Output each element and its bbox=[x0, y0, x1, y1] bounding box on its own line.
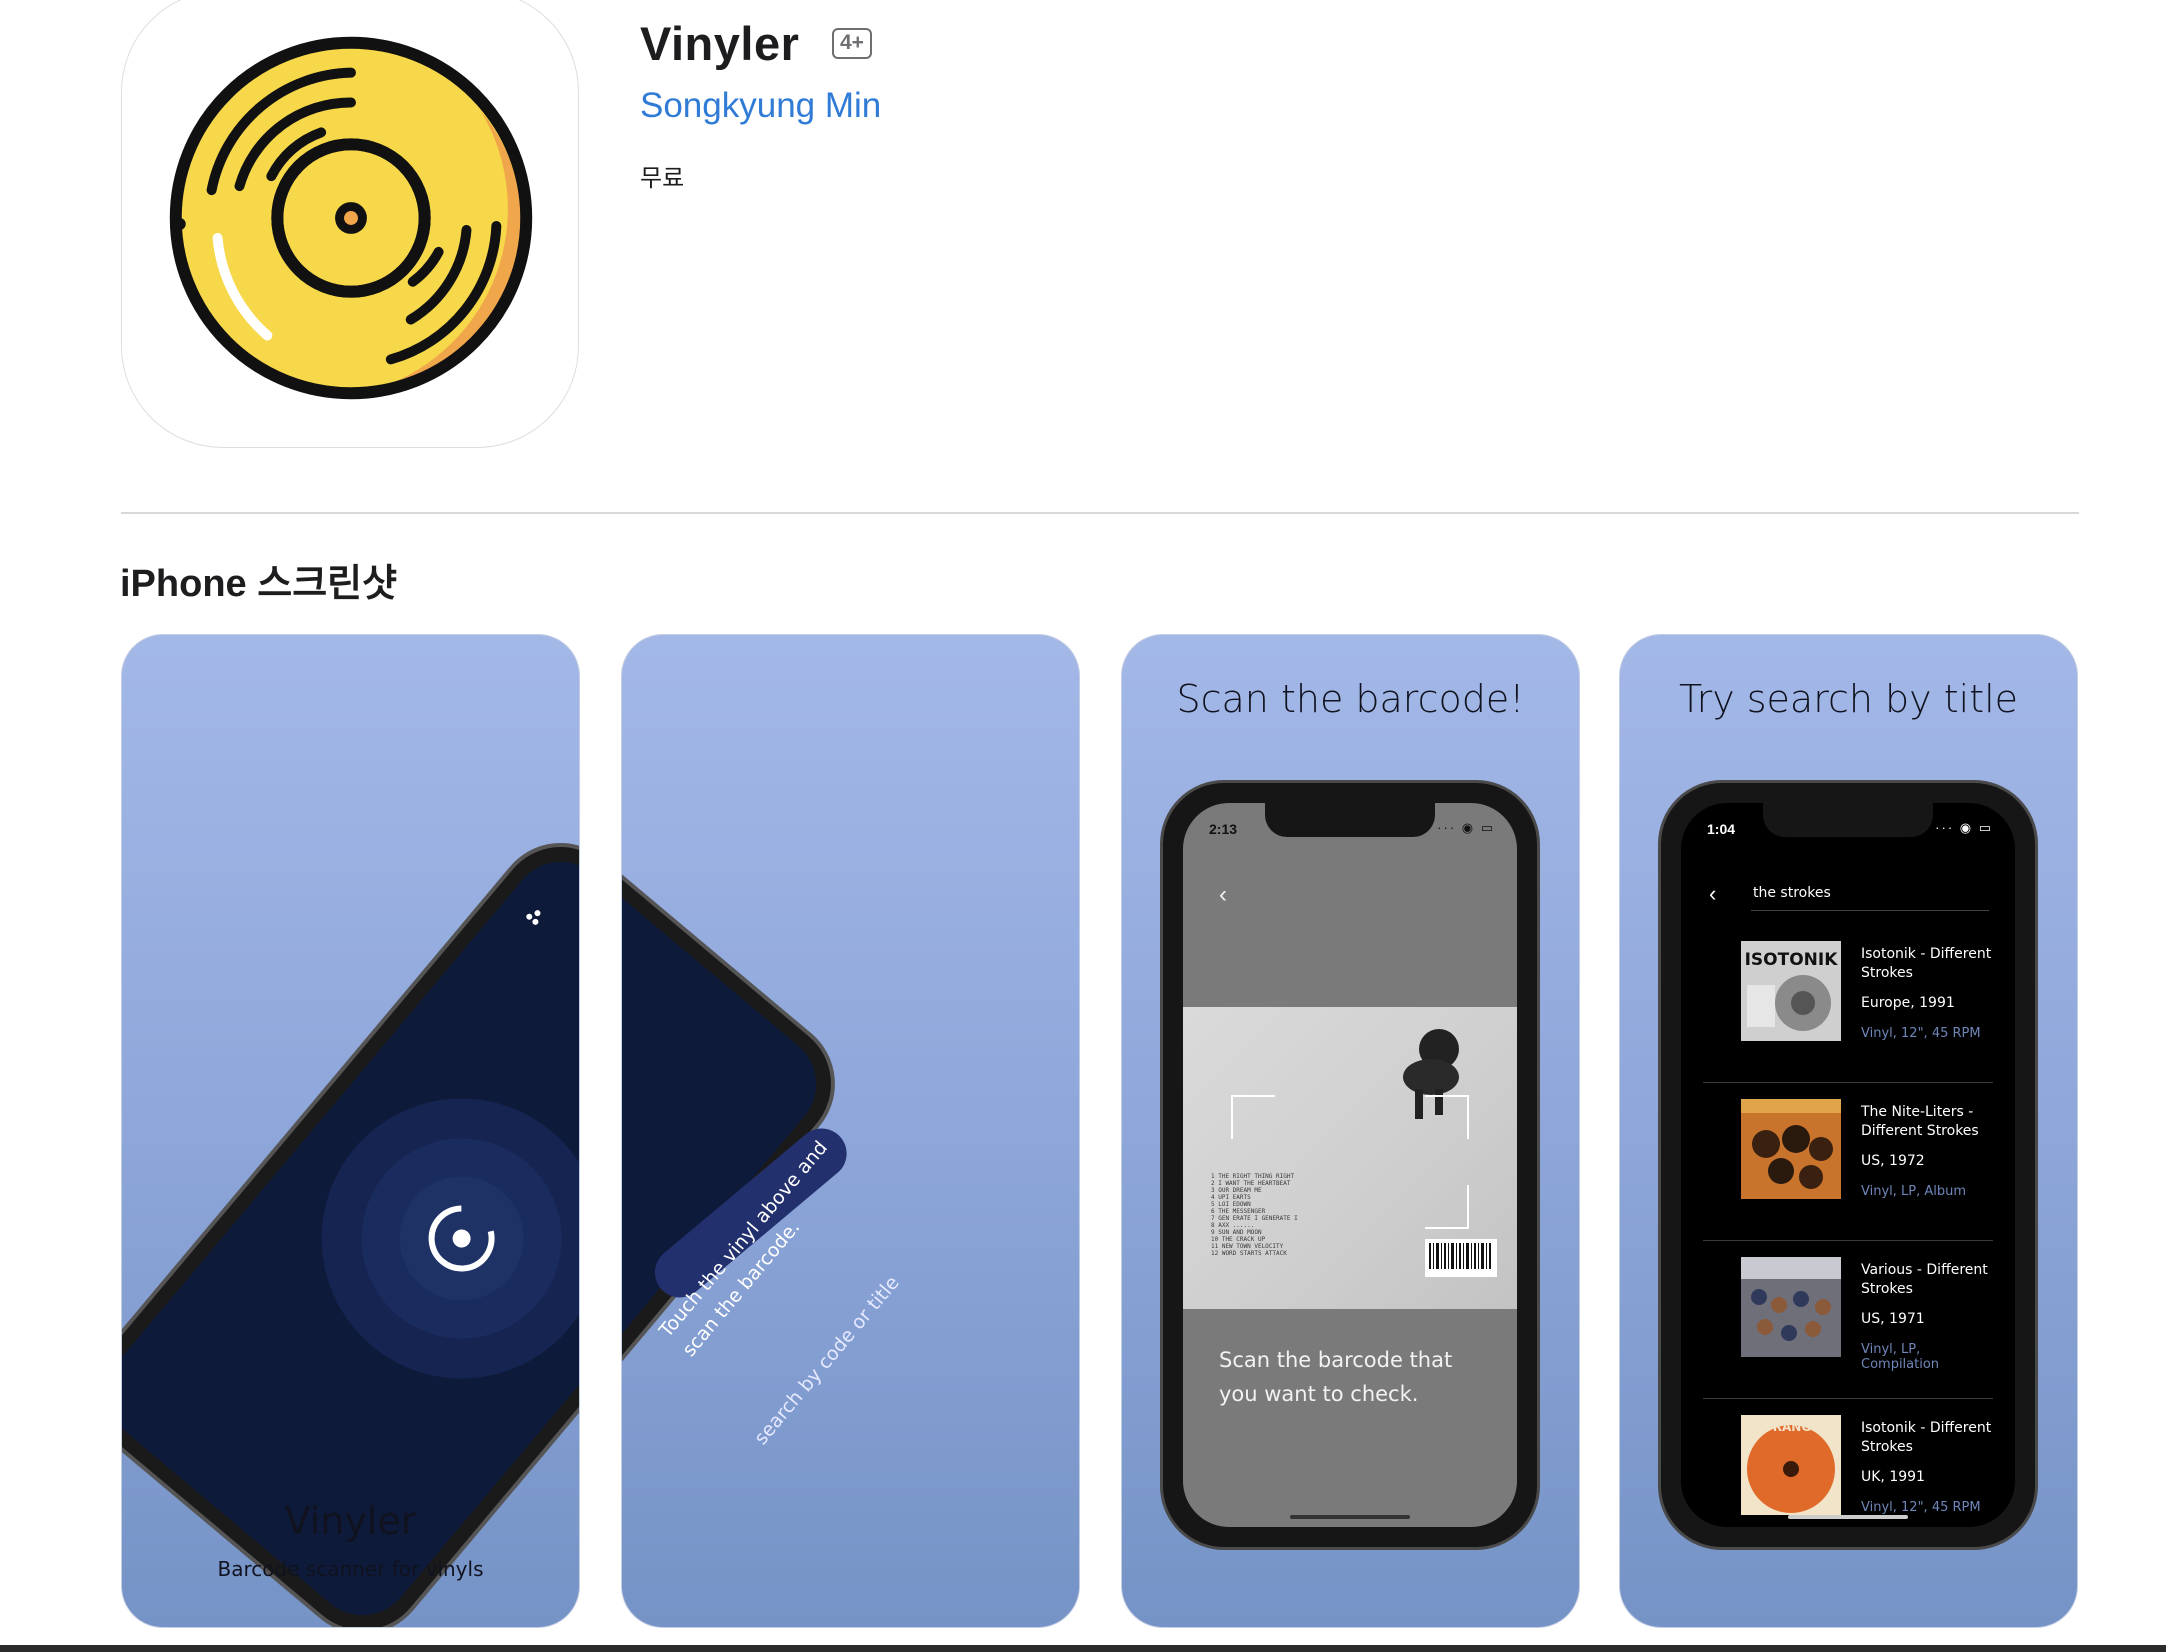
result-meta: US, 1971 bbox=[1861, 1311, 1925, 1327]
developer-link[interactable]: Songkyung Min bbox=[640, 86, 881, 126]
track-line: 9 SUN AND MOON bbox=[1211, 1229, 1262, 1236]
home-indicator bbox=[1788, 1515, 1908, 1519]
vinyl-record-icon bbox=[169, 36, 533, 400]
tilted-phone-illustration bbox=[122, 843, 579, 1627]
phone-notch bbox=[1763, 803, 1933, 837]
screenshot-1-subtitle: Barcode scanner for vinyls bbox=[217, 1557, 484, 1581]
cover-text: ISOTONIK bbox=[1745, 950, 1839, 970]
search-input[interactable]: the strokes bbox=[1751, 885, 1989, 911]
result-meta: UK, 1991 bbox=[1861, 1469, 1925, 1485]
album-cover: ORANGE bbox=[1741, 1415, 1841, 1515]
scan-screen: 2:13 ··· ◉ ▭ ‹ 1 THE RIGHT THING RIGHT 2… bbox=[1183, 803, 1517, 1527]
screenshot-1-title: Vinyler bbox=[284, 1499, 417, 1543]
barcode-icon bbox=[1425, 1239, 1497, 1277]
track-line: 5 LOI EDOWN bbox=[1211, 1201, 1251, 1208]
cover-text: ORANGE bbox=[1763, 1420, 1820, 1434]
track-line: 11 NEW TOWN VELOCITY bbox=[1211, 1243, 1284, 1250]
result-format: Vinyl, LP, Compilation bbox=[1861, 1342, 1940, 1372]
result-row[interactable]: The Nite-Liters - Different Strokes US, … bbox=[1703, 1083, 1993, 1241]
album-back-photo: 1 THE RIGHT THING RIGHT 2 I WANT THE HEA… bbox=[1183, 1007, 1517, 1309]
back-chevron-icon[interactable]: ‹ bbox=[1709, 881, 1716, 907]
scan-frame-corner-icon bbox=[1231, 1095, 1275, 1139]
scan-frame-corner-icon bbox=[1425, 1095, 1469, 1139]
screenshot-3-caption: Scan the barcode! bbox=[1176, 677, 1525, 721]
back-chevron-icon[interactable]: ‹ bbox=[1219, 881, 1227, 909]
price-label: 무료 bbox=[640, 165, 685, 192]
phone-frame: 2:13 ··· ◉ ▭ ‹ 1 THE RIGHT THING RIGHT 2… bbox=[1160, 780, 1540, 1550]
status-time: 1:04 bbox=[1707, 821, 1736, 837]
track-line: 8 AXX ...... bbox=[1211, 1222, 1255, 1229]
album-cover bbox=[1741, 1257, 1841, 1357]
track-line: 10 THE CRACK UP bbox=[1211, 1236, 1266, 1243]
home-indicator bbox=[1290, 1515, 1410, 1519]
window-bottom-edge bbox=[0, 1645, 2166, 1652]
result-row[interactable]: ISOTONIK Isotonik - Different Strokes Eu… bbox=[1703, 925, 1993, 1083]
result-title: Various - Different Strokes bbox=[1861, 1262, 1988, 1297]
result-title: Isotonik - Different Strokes bbox=[1861, 946, 1992, 981]
scan-frame-corner-icon bbox=[1425, 1185, 1469, 1229]
app-icon bbox=[121, 0, 579, 448]
track-line: 2 I WANT THE HEARTBEAT bbox=[1211, 1180, 1291, 1187]
result-format: Vinyl, 12", 45 RPM bbox=[1861, 1026, 1981, 1041]
screenshot-3[interactable]: Scan the barcode! 2:13 ··· ◉ ▭ ‹ 1 THE R… bbox=[1121, 634, 1580, 1628]
track-line: 4 UPI EARTS bbox=[1211, 1194, 1251, 1201]
screenshot-4-caption: Try search by title bbox=[1678, 677, 2019, 721]
age-rating-badge: 4+ bbox=[832, 28, 872, 59]
phone-frame: 1:04 ··· ◉ ▭ ‹ the strokes ISOTONIK Isot… bbox=[1658, 780, 2038, 1550]
screenshots-heading: iPhone 스크린샷 bbox=[120, 563, 398, 605]
track-line: 1 THE RIGHT THING RIGHT bbox=[1211, 1173, 1295, 1180]
screenshot-1[interactable]: Vinyler Barcode scanner for vinyls bbox=[121, 634, 580, 1628]
section-divider bbox=[121, 512, 2079, 514]
result-format: Vinyl, LP, Album bbox=[1861, 1184, 1967, 1199]
scan-message: Scan the barcode that you want to check. bbox=[1219, 1348, 1453, 1406]
result-meta: US, 1972 bbox=[1861, 1153, 1925, 1169]
status-icons: ··· ◉ ▭ bbox=[1935, 820, 1993, 835]
album-cover bbox=[1741, 1099, 1841, 1199]
album-tracklist: 1 THE RIGHT THING RIGHT 2 I WANT THE HEA… bbox=[1211, 1173, 1298, 1257]
app-title: Vinyler bbox=[640, 17, 800, 70]
result-title: Isotonik - Different Strokes bbox=[1861, 1420, 1992, 1455]
status-time: 2:13 bbox=[1209, 821, 1238, 837]
screenshot-4[interactable]: Try search by title 1:04 ··· ◉ ▭ ‹ the s… bbox=[1619, 634, 2078, 1628]
track-line: 6 THE MESSENGER bbox=[1211, 1208, 1266, 1215]
phone-notch bbox=[1265, 803, 1435, 837]
result-title: The Nite-Liters - Different Strokes bbox=[1861, 1104, 1979, 1139]
result-format: Vinyl, 12", 45 RPM bbox=[1861, 1500, 1981, 1515]
result-row[interactable]: Various - Different Strokes US, 1971 Vin… bbox=[1703, 1241, 1993, 1399]
track-line: 12 WORD STARTS ATTACK bbox=[1211, 1250, 1287, 1257]
search-screen: 1:04 ··· ◉ ▭ ‹ the strokes ISOTONIK Isot… bbox=[1681, 803, 2015, 1527]
track-line: 7 GEN ERATE I GENERATE I bbox=[1211, 1215, 1298, 1222]
status-icons: ··· ◉ ▭ bbox=[1437, 820, 1495, 835]
screenshot-2[interactable]: Touch the vinyl above and scan the barco… bbox=[621, 634, 1080, 1628]
result-meta: Europe, 1991 bbox=[1861, 995, 1955, 1011]
track-line: 3 OUR DREAM ME bbox=[1211, 1187, 1262, 1194]
album-cover: ISOTONIK bbox=[1741, 941, 1841, 1041]
result-row[interactable]: ORANGE Isotonik - Different Strokes UK, … bbox=[1703, 1399, 1993, 1527]
